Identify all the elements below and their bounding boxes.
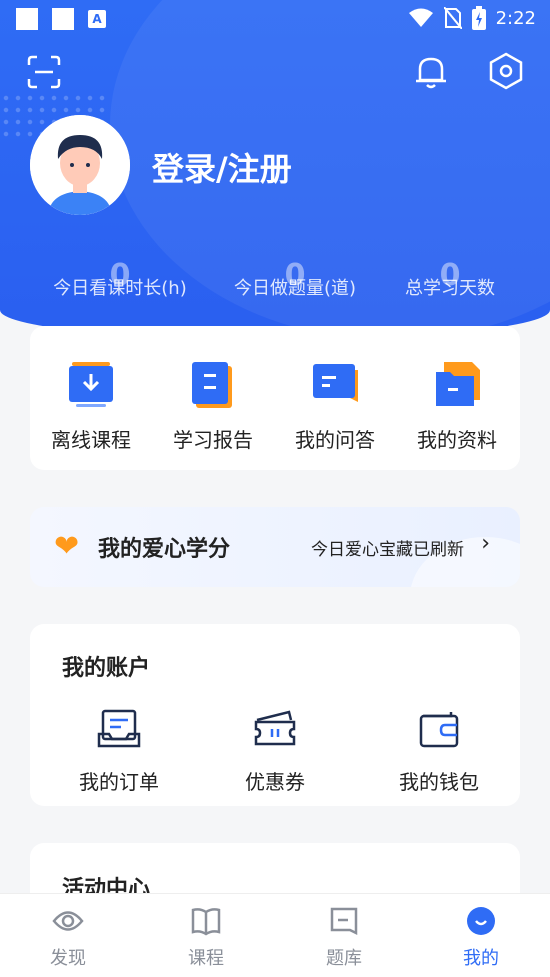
- tab-courses[interactable]: 课程: [156, 906, 256, 970]
- settings-button[interactable]: [488, 52, 524, 94]
- account-item-label: 优惠券: [245, 770, 305, 794]
- coupons-button[interactable]: 优惠券: [200, 708, 350, 795]
- section-title: 我的账户: [62, 656, 151, 681]
- love-credits-title: 我的爱心学分: [98, 537, 231, 562]
- account-item-label: 我的订单: [79, 770, 159, 794]
- folder-icon: [436, 362, 480, 406]
- stat-label: 今日看课时长(h): [53, 278, 187, 299]
- tab-discover[interactable]: 发现: [18, 906, 118, 970]
- offline-courses-button[interactable]: 离线课程: [30, 360, 152, 453]
- love-credits-subtitle: 今日爱心宝藏已刷新: [311, 540, 464, 560]
- login-register-link[interactable]: 登录/注册: [152, 144, 292, 190]
- tab-label: 发现: [50, 948, 86, 969]
- my-wallet-button[interactable]: 我的钱包: [364, 708, 514, 795]
- question-bank-icon: [330, 907, 358, 936]
- avatar[interactable]: [30, 115, 130, 215]
- order-icon: [97, 709, 141, 748]
- wallet-icon: [419, 712, 459, 748]
- love-credits-banner[interactable]: ❤ 我的爱心学分 今日爱心宝藏已刷新 ›: [30, 507, 520, 587]
- wifi-icon: [408, 8, 433, 27]
- smile-icon: [467, 907, 495, 935]
- eye-icon: [52, 911, 84, 931]
- tab-label: 我的: [463, 948, 499, 969]
- font-notification-icon: A: [88, 10, 106, 28]
- battery-icon: [471, 6, 486, 30]
- chat-icon: [313, 364, 358, 402]
- quick-action-label: 学习报告: [173, 428, 253, 452]
- tab-mine[interactable]: 我的: [431, 906, 531, 970]
- user-avatar-icon: [30, 115, 130, 215]
- status-bar: A 2:22: [0, 0, 550, 36]
- notification-icon: [16, 8, 38, 30]
- tab-label: 课程: [188, 948, 224, 969]
- no-sim-icon: [443, 7, 462, 29]
- study-stats: 0 今日看课时长(h) 0 今日做题量(道) 0 总学习天数: [0, 258, 550, 318]
- scan-icon: [27, 55, 61, 89]
- my-orders-button[interactable]: 我的订单: [44, 708, 194, 795]
- quick-actions-card: 离线课程 学习报告 我的问答 我的资料: [30, 326, 520, 470]
- my-materials-button[interactable]: 我的资料: [396, 360, 518, 453]
- quick-action-label: 我的问答: [295, 428, 375, 452]
- book-icon: [191, 908, 221, 936]
- report-icon: [192, 362, 232, 408]
- bell-icon: [416, 57, 446, 89]
- download-icon: [69, 362, 113, 407]
- study-report-button[interactable]: 学习报告: [152, 360, 274, 453]
- bottom-tab-bar: 发现 课程 题库 我的: [0, 893, 550, 977]
- my-qa-button[interactable]: 我的问答: [274, 360, 396, 453]
- stat-label: 总学习天数: [405, 278, 495, 299]
- tab-question-bank[interactable]: 题库: [294, 906, 394, 970]
- chevron-right-icon: ›: [481, 531, 490, 556]
- account-item-label: 我的钱包: [399, 770, 479, 794]
- my-account-card: 我的账户 我的订单 优惠券 我的钱包: [30, 624, 520, 806]
- tab-label: 题库: [326, 948, 362, 969]
- clock: 2:22: [495, 7, 536, 29]
- notification-icon: [52, 8, 74, 30]
- gear-icon: [489, 52, 523, 90]
- notifications-button[interactable]: [414, 54, 448, 94]
- quick-action-label: 我的资料: [417, 428, 497, 452]
- coupon-icon: [254, 710, 296, 746]
- heart-icon: ❤: [54, 529, 80, 564]
- quick-action-label: 离线课程: [51, 428, 131, 452]
- scan-button[interactable]: [26, 54, 62, 94]
